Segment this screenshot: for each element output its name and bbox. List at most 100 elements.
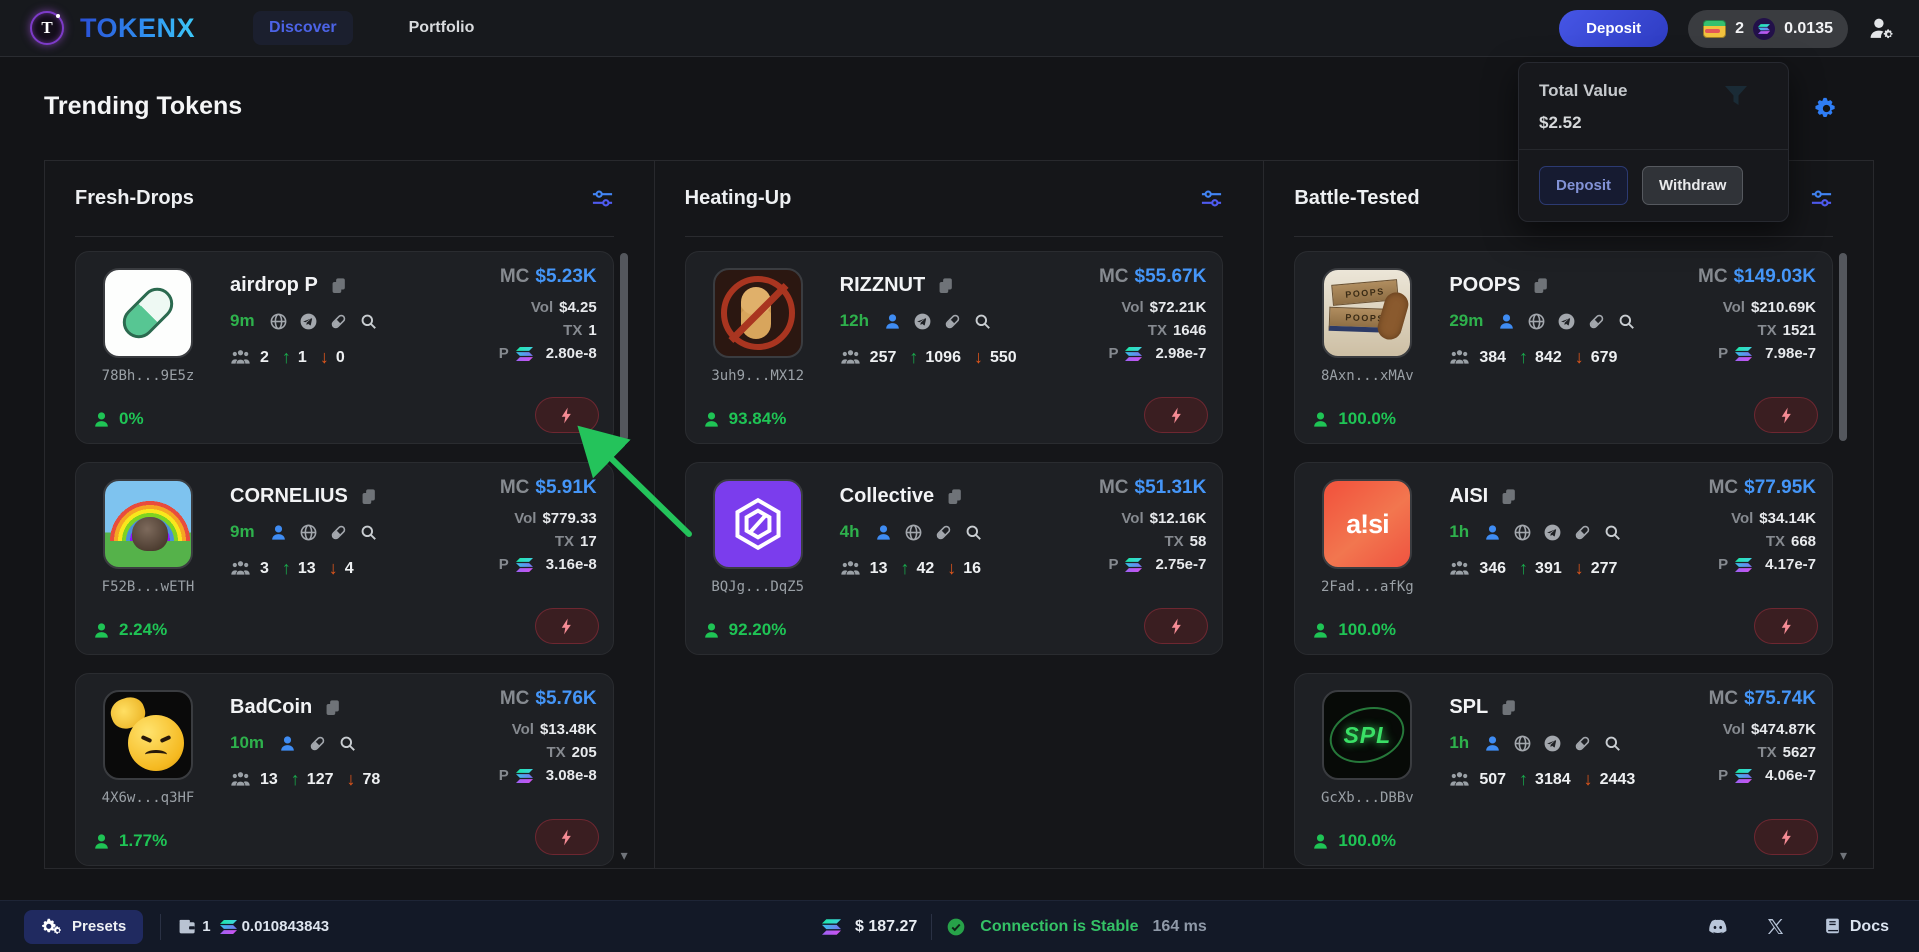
website-globe-icon[interactable] <box>1513 523 1532 542</box>
creator-person-icon[interactable] <box>1497 312 1516 331</box>
token-card[interactable]: BQJg...DqZ5 Collective 4h <box>685 462 1224 655</box>
wallet-summary-pill[interactable]: 2 0.0135 <box>1688 10 1848 48</box>
website-globe-icon[interactable] <box>1513 734 1532 753</box>
creator-person-icon[interactable] <box>1483 734 1502 753</box>
copy-address-icon[interactable] <box>1499 698 1518 717</box>
copy-address-icon[interactable] <box>1531 276 1550 295</box>
website-globe-icon[interactable] <box>904 523 923 542</box>
wallet-icon <box>1703 20 1726 38</box>
copy-address-icon[interactable] <box>1499 487 1518 506</box>
price-label: P <box>1108 553 1118 576</box>
pill-contract-icon[interactable] <box>934 523 953 542</box>
creator-person-icon[interactable] <box>883 312 902 331</box>
quick-buy-button[interactable] <box>1754 819 1818 855</box>
column-scrollbar-thumb[interactable] <box>620 253 628 441</box>
copy-address-icon[interactable] <box>329 276 348 295</box>
quick-buy-button[interactable] <box>1754 397 1818 433</box>
token-name: AISI <box>1449 485 1488 508</box>
quick-buy-button[interactable] <box>535 397 599 433</box>
token-info: CORNELIUS 9m 3 ↑ 13 <box>230 475 378 642</box>
nav-tab-discover[interactable]: Discover <box>253 11 353 45</box>
buys-up-arrow-icon: ↑ <box>1519 769 1528 790</box>
telegram-icon[interactable] <box>1543 523 1562 542</box>
quick-buy-button[interactable] <box>1144 608 1208 644</box>
column-filter-sliders-icon[interactable] <box>1810 187 1833 210</box>
token-card[interactable]: a!si 2Fad...afKg AISI 1h <box>1294 462 1833 655</box>
creator-person-icon[interactable] <box>1483 523 1502 542</box>
telegram-icon[interactable] <box>299 312 318 331</box>
scroll-down-caret-icon[interactable]: ▾ <box>621 847 628 864</box>
token-address: 2Fad...afKg <box>1321 579 1414 595</box>
settings-gear-icon[interactable] <box>1814 96 1839 121</box>
pill-contract-icon[interactable] <box>1573 523 1592 542</box>
vol-label: Vol <box>531 299 553 316</box>
creator-person-icon[interactable] <box>874 523 893 542</box>
token-card[interactable]: 3uh9...MX12 RIZZNUT 12h <box>685 251 1224 444</box>
nav-tab-portfolio[interactable]: Portfolio <box>393 11 491 45</box>
token-image <box>713 479 803 569</box>
solana-chain-icon <box>1735 347 1752 361</box>
pill-contract-icon[interactable] <box>329 523 348 542</box>
bonding-percent: 1.77% <box>119 831 167 851</box>
tx-label: TX <box>555 533 574 550</box>
copy-address-icon[interactable] <box>936 276 955 295</box>
x-twitter-icon[interactable] <box>1766 917 1785 936</box>
telegram-icon[interactable] <box>1543 734 1562 753</box>
quick-buy-button[interactable] <box>1754 608 1818 644</box>
token-card[interactable]: 4X6w...q3HF BadCoin 10m 13 <box>75 673 614 866</box>
token-card[interactable]: 78Bh...9E5z airdrop P 9m <box>75 251 614 444</box>
token-card[interactable]: F52B...wETH CORNELIUS 9m <box>75 462 614 655</box>
copy-address-icon[interactable] <box>323 698 342 717</box>
price-label: P <box>1108 342 1118 365</box>
column-filter-sliders-icon[interactable] <box>1200 187 1223 210</box>
search-icon[interactable] <box>1603 523 1622 542</box>
token-card[interactable]: SPL GcXb...DBBv SPL 1h <box>1294 673 1833 866</box>
website-globe-icon[interactable] <box>1527 312 1546 331</box>
brand-logo[interactable]: T <box>30 11 64 45</box>
telegram-icon[interactable] <box>913 312 932 331</box>
search-icon[interactable] <box>338 734 357 753</box>
search-icon[interactable] <box>359 523 378 542</box>
scroll-down-caret-icon[interactable]: ▾ <box>1840 847 1847 864</box>
dropdown-withdraw-button[interactable]: Withdraw <box>1642 166 1743 205</box>
pill-contract-icon[interactable] <box>1573 734 1592 753</box>
copy-address-icon[interactable] <box>359 487 378 506</box>
column-filter-sliders-icon[interactable] <box>591 187 614 210</box>
buys-up-arrow-icon: ↑ <box>282 558 291 579</box>
docs-link[interactable]: Docs <box>1823 917 1889 936</box>
presets-button[interactable]: Presets <box>24 910 143 944</box>
search-icon[interactable] <box>973 312 992 331</box>
quick-buy-button[interactable] <box>1144 397 1208 433</box>
account-settings-icon[interactable] <box>1868 16 1895 41</box>
tx-value: 668 <box>1791 533 1816 550</box>
discord-icon[interactable] <box>1704 916 1728 938</box>
pill-contract-icon[interactable] <box>943 312 962 331</box>
trending-column-fresh-drops: Fresh-Drops 78Bh...9E5z airdrop P <box>45 161 654 868</box>
column-cards: 3uh9...MX12 RIZZNUT 12h <box>685 237 1224 655</box>
quick-buy-button[interactable] <box>535 819 599 855</box>
creator-person-icon[interactable] <box>269 523 288 542</box>
copy-address-icon[interactable] <box>945 487 964 506</box>
column-scrollbar-thumb[interactable] <box>1839 253 1847 441</box>
deposit-button[interactable]: Deposit <box>1559 10 1668 47</box>
pill-contract-icon[interactable] <box>308 734 327 753</box>
website-globe-icon[interactable] <box>299 523 318 542</box>
search-icon[interactable] <box>359 312 378 331</box>
pill-contract-icon[interactable] <box>1587 312 1606 331</box>
telegram-icon[interactable] <box>1557 312 1576 331</box>
dropdown-deposit-button[interactable]: Deposit <box>1539 166 1628 205</box>
token-card[interactable]: POOPS POOPS 8Axn...xMAv POOPS 29m <box>1294 251 1833 444</box>
footer-sol-balance: 0.010843843 <box>242 918 330 935</box>
column-cards: POOPS POOPS 8Axn...xMAv POOPS 29m <box>1294 237 1833 866</box>
website-globe-icon[interactable] <box>269 312 288 331</box>
quick-buy-button[interactable] <box>535 608 599 644</box>
footer-wallet-summary[interactable]: 1 0.010843843 <box>178 918 329 935</box>
search-icon[interactable] <box>1617 312 1636 331</box>
lightning-bolt-icon <box>557 406 576 425</box>
search-icon[interactable] <box>1603 734 1622 753</box>
token-image <box>103 268 193 358</box>
search-icon[interactable] <box>964 523 983 542</box>
creator-person-icon[interactable] <box>278 734 297 753</box>
main-nav: Discover Portfolio <box>253 11 490 45</box>
pill-contract-icon[interactable] <box>329 312 348 331</box>
